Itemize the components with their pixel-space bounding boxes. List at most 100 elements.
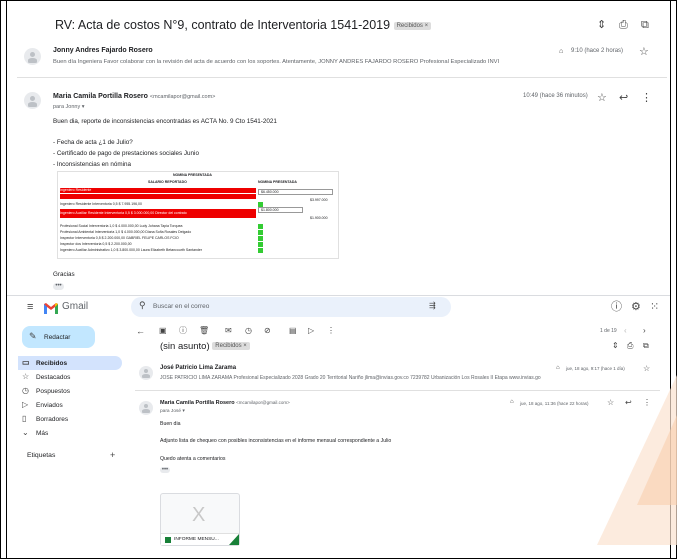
star-icon[interactable]: ☆ (639, 47, 649, 58)
compose-label: Redactar (44, 334, 71, 341)
back-arrow-icon[interactable]: ← (136, 327, 145, 336)
print-icon[interactable]: ⎙ (627, 342, 633, 350)
sender-line: Maria Camila Portilla Rosero <mcamilapor… (160, 400, 290, 406)
inbox-label-chip[interactable]: Recibidos × (212, 342, 250, 351)
archive-icon[interactable]: ▣ (159, 327, 167, 335)
expand-collapse-icon[interactable]: ⇕ (597, 20, 606, 31)
mark-unread-icon[interactable]: ✉ (225, 327, 232, 335)
attachment-card[interactable]: X INFORME MENSU... (160, 493, 240, 546)
message-time: jue, 18 ago, 11:36 (hace 22 horas) (520, 401, 589, 406)
label-icon[interactable]: ▷ (308, 327, 314, 335)
ok-cell (258, 236, 263, 241)
recipients-dropdown[interactable]: para Jonny ▾ (53, 104, 85, 110)
settings-gear-icon[interactable]: ⚙ (631, 302, 641, 313)
move-to-icon[interactable]: ▤ (289, 327, 297, 335)
search-icon[interactable]: ⚲ (139, 301, 146, 310)
avatar (139, 366, 153, 380)
file-preview-icon: X (192, 504, 206, 526)
apps-grid-icon[interactable]: ⁙ (650, 302, 659, 313)
inbox-icon: ▭ (22, 358, 30, 367)
add-label-icon[interactable]: + (110, 451, 115, 460)
delete-icon[interactable]: 🗑 (199, 327, 209, 335)
ok-cell (258, 230, 263, 235)
body-list-item: - Certificado de pago de prestaciones so… (53, 150, 199, 157)
main-menu-icon[interactable]: ≡ (27, 302, 33, 313)
sheet-column-header: SALARIO REPORTADO (148, 180, 187, 184)
expand-collapse-icon[interactable]: ⇕ (612, 342, 619, 350)
more-options-icon[interactable]: ⋮ (327, 327, 335, 335)
search-bar[interactable]: ⚲ Buscar en el correo ⇶ (131, 297, 451, 317)
prev-icon[interactable]: ‹ (624, 327, 627, 335)
sheet-row-highlight: Ingeniero Residente (60, 188, 256, 193)
sheet-row: Profesional Social Interventoria 1,0 $ 4… (60, 224, 183, 228)
nav-label: Recibidos (36, 360, 68, 367)
nav-label: Destacados (36, 374, 71, 381)
show-trimmed-content-button[interactable]: ••• (53, 283, 64, 290)
message-snippet[interactable]: JOSE PATRICIO LIMA ZARAMA Profesional Es… (160, 375, 600, 381)
recipients-dropdown[interactable]: para José ▾ (160, 409, 185, 414)
labels-heading: Etiquetas (27, 452, 56, 459)
attachment-icon: ⌂ (510, 399, 514, 405)
open-new-window-icon[interactable]: ⧉ (643, 342, 649, 350)
show-trimmed-content-button[interactable]: ••• (160, 467, 170, 473)
inbox-label-chip[interactable]: Recibidos × (393, 21, 432, 30)
pencil-icon: ✎ (29, 331, 37, 341)
open-new-window-icon[interactable]: ⧉ (641, 20, 649, 31)
compose-button[interactable]: ✎ Redactar (22, 326, 95, 348)
sheet-column-header: NOMINA PRESENTADA (258, 180, 297, 184)
sheet-row-highlight: Ingeniero Auxiliar Residente Interventor… (60, 209, 256, 218)
avatar (24, 48, 41, 65)
star-icon[interactable]: ☆ (597, 93, 607, 104)
clock-icon: ◷ (22, 386, 29, 395)
sheet-row-highlight (60, 194, 256, 199)
nav-item-sent[interactable]: ▷ Enviados (22, 398, 63, 412)
sender-name[interactable]: Maria Camila Portilla Rosero (53, 93, 148, 100)
snooze-icon[interactable]: ◷ (245, 327, 252, 335)
gmail-logo[interactable] (44, 301, 58, 314)
ok-cell (258, 248, 263, 253)
divider (17, 77, 667, 78)
body-closing: Gracias (53, 271, 75, 278)
body-list-item: - Fecha de acta ¿1 de Julio? (53, 139, 133, 146)
add-task-icon[interactable]: ⊘ (264, 327, 271, 335)
nav-item-snoozed[interactable]: ◷ Pospuestos (22, 384, 70, 398)
ok-cell (258, 224, 263, 229)
sheet-row: Profesional Ambiental Interventoria 1,0 … (60, 230, 192, 234)
avatar (139, 401, 153, 415)
body-line: Buen dia, reporte de inconsistencias enc… (53, 118, 277, 125)
print-icon[interactable]: ⎙ (619, 20, 628, 31)
attachment-icon: ⌂ (556, 365, 560, 371)
nav-item-starred[interactable]: ☆ Destacados (22, 370, 70, 384)
thread-subject: (sin asunto) Recibidos × (160, 341, 250, 352)
help-icon[interactable]: ⓘ (611, 302, 622, 313)
sender-name[interactable]: José Patricio Lima Zarama (160, 365, 236, 371)
avatar (24, 92, 41, 109)
divider (7, 295, 670, 296)
body-closing: Quedo atenta a comentarios (160, 456, 226, 462)
body-line: Buen dia (160, 421, 181, 427)
sheet-row: Ingeniero Auxiliar Administrativo 1,0 $ … (60, 248, 203, 252)
sheet-row: Inspector dos Interventoria 0,5 $ 2.200.… (60, 242, 132, 246)
search-input[interactable]: Buscar en el correo (153, 303, 209, 310)
attachment-filename: INFORME MENSU... (174, 537, 219, 542)
sheet-row: Ingeniero Residente Interventoria 0,5 $ … (60, 202, 142, 206)
sender-email: <mcamilapor@gmail.com> (236, 400, 290, 405)
next-icon[interactable]: › (643, 327, 646, 335)
ok-cell (258, 242, 263, 247)
attachment-icon: ⌂ (559, 48, 564, 55)
message-time: 9:10 (hace 2 horas) (571, 48, 624, 54)
subject-text: (sin asunto) (160, 341, 210, 352)
more-options-icon[interactable]: ⋮ (641, 93, 652, 104)
nav-item-inbox[interactable]: ▭ Recibidos (22, 356, 67, 370)
message-snippet[interactable]: Buen día Ingeniera Favor colaborar con l… (53, 59, 613, 65)
sheet-value: $3.997.000 (310, 198, 328, 202)
nav-item-drafts[interactable]: ▯ Borradores (22, 412, 68, 426)
sender-name[interactable]: Jonny Andres Fajardo Rosero (53, 47, 153, 54)
search-options-icon[interactable]: ⇶ (429, 302, 436, 310)
nav-item-more[interactable]: ⌄ Más (22, 426, 48, 440)
nav-label: Borradores (36, 416, 69, 423)
report-spam-icon[interactable]: ⓘ (179, 327, 187, 335)
sheet-callout-box: $6.450.000 (258, 189, 333, 195)
reply-icon[interactable]: ↩ (619, 93, 628, 104)
sender-name[interactable]: Maria Camila Portilla Rosero (160, 400, 235, 406)
